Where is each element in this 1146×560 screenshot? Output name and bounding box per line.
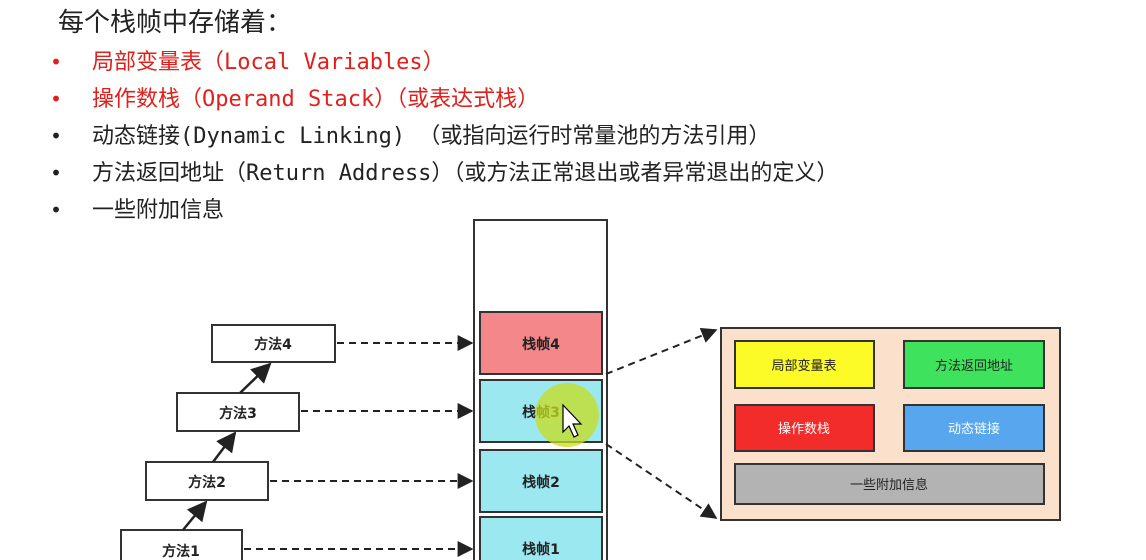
detail-local-variables: 局部变量表 xyxy=(734,340,875,389)
method-2-label: 方法2 xyxy=(188,474,226,491)
detail-return-address-label: 方法返回地址 xyxy=(935,358,1013,374)
stack-frame-2-label: 栈帧2 xyxy=(522,474,560,491)
stack-frame-diagram: 栈帧4 栈帧3 栈帧2 栈帧1 方法4 方法3 方法2 方法1 xyxy=(120,219,1061,560)
call-arrow-1-to-2 xyxy=(182,500,208,531)
method-1: 方法1 xyxy=(120,529,243,560)
method-4: 方法4 xyxy=(211,324,336,363)
method-2: 方法2 xyxy=(145,461,269,501)
expand-arrow-top xyxy=(605,327,718,375)
stack-frame-1: 栈帧1 xyxy=(479,516,603,560)
method-4-label: 方法4 xyxy=(254,336,292,353)
detail-additional-info-label: 一些附加信息 xyxy=(850,477,928,493)
detail-return-address: 方法返回地址 xyxy=(903,340,1045,389)
detail-dynamic-linking: 动态链接 xyxy=(903,404,1045,452)
stack-frame-4: 栈帧4 xyxy=(479,311,603,375)
detail-operand-stack: 操作数栈 xyxy=(734,404,875,452)
stack-frame-2: 栈帧2 xyxy=(479,449,603,513)
detail-local-variables-label: 局部变量表 xyxy=(771,358,836,374)
detail-operand-stack-label: 操作数栈 xyxy=(778,421,830,437)
call-arrow-3-to-4 xyxy=(239,362,272,394)
expand-arrow-bottom xyxy=(605,443,718,519)
method-1-label: 方法1 xyxy=(162,543,200,560)
call-arrow-2-to-3 xyxy=(212,431,237,463)
detail-additional-info: 一些附加信息 xyxy=(734,463,1045,505)
stack-frame-4-label: 栈帧4 xyxy=(522,336,560,353)
method-3: 方法3 xyxy=(176,392,300,432)
detail-dynamic-linking-label: 动态链接 xyxy=(948,421,1000,437)
stack-frame-1-label: 栈帧1 xyxy=(522,541,560,558)
method-3-label: 方法3 xyxy=(219,405,257,422)
